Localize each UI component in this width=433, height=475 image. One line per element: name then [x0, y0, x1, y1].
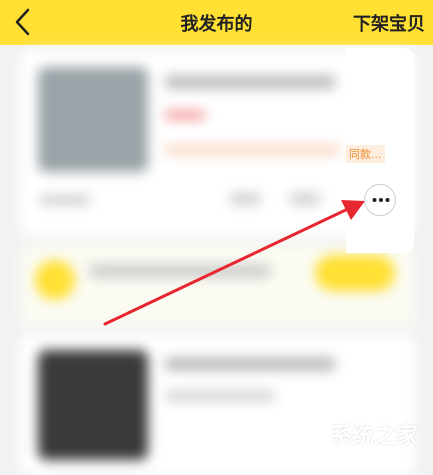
listing-price-placeholder [165, 110, 205, 120]
listing-action-placeholder [230, 193, 260, 205]
listing-title-placeholder [165, 357, 335, 371]
top-header: 我发布的 下架宝贝 [0, 0, 433, 45]
more-options-button[interactable] [364, 184, 396, 216]
listing-meta-placeholder [165, 145, 340, 155]
listing-action-placeholder [290, 193, 320, 205]
listing-price-placeholder [165, 390, 275, 402]
notice-text: 同款... [346, 145, 385, 163]
listing-thumbnail [38, 67, 148, 172]
ellipsis-icon [372, 198, 390, 202]
promo-text-placeholder [90, 265, 270, 277]
listing-title-placeholder [165, 75, 335, 89]
delist-button[interactable]: 下架宝贝 [353, 10, 425, 36]
watermark-url: XITONGZHIJIA.NET [330, 446, 412, 455]
promo-button-placeholder [315, 255, 395, 291]
promo-icon [35, 260, 75, 300]
listing-action-placeholder [40, 195, 90, 205]
listing-thumbnail [38, 350, 148, 460]
